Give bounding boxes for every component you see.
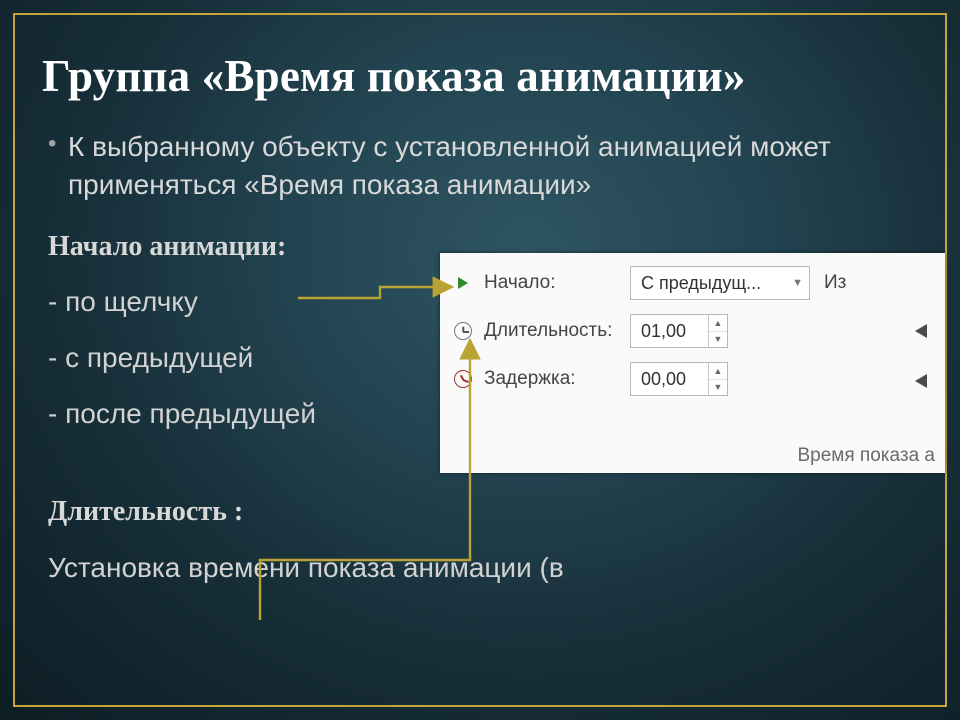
arrow-left-icon [909, 315, 941, 347]
spin-buttons[interactable]: ▲ ▼ [708, 363, 727, 395]
duration-heading: Длительность : [48, 493, 912, 531]
caret-down-icon: ▼ [792, 277, 803, 289]
spin-down-icon[interactable]: ▼ [709, 331, 727, 348]
clock-red-icon [454, 370, 472, 388]
panel-row-delay: Задержка: 00,00 ▲ ▼ [454, 361, 945, 397]
clock-icon [454, 322, 472, 340]
panel-label-duration: Длительность: [484, 320, 630, 342]
spin-up-icon[interactable]: ▲ [709, 315, 727, 331]
panel-label-delay: Задержка: [484, 368, 630, 390]
duration-desc: Установка времени показа анимации (в [48, 549, 912, 587]
panel-row-duration: Длительность: 01,00 ▲ ▼ [454, 313, 945, 349]
panel-row-start: Начало: С предыдущ... ▼ Из [454, 265, 945, 301]
slide-title: Группа «Время показа анимации» [42, 50, 746, 102]
panel-trail-text: Из [824, 272, 846, 294]
bullet-dot-icon: • [48, 128, 68, 204]
play-icon [454, 274, 472, 292]
duration-spinner[interactable]: 01,00 ▲ ▼ [630, 314, 728, 348]
duration-section: Длительность : Установка времени показа … [48, 493, 912, 587]
delay-value: 00,00 [641, 369, 686, 390]
slide: Группа «Время показа анимации» • К выбра… [0, 0, 960, 720]
duration-value: 01,00 [641, 321, 686, 342]
start-dropdown-value: С предыдущ... [641, 273, 761, 294]
delay-spinner[interactable]: 00,00 ▲ ▼ [630, 362, 728, 396]
start-dropdown[interactable]: С предыдущ... ▼ [630, 266, 810, 300]
spin-buttons[interactable]: ▲ ▼ [708, 315, 727, 347]
intro-text: К выбранному объекту с установленной ани… [68, 128, 912, 204]
panel-label-start: Начало: [484, 272, 630, 294]
arrow-left-icon [909, 365, 941, 397]
spin-up-icon[interactable]: ▲ [709, 363, 727, 379]
spin-down-icon[interactable]: ▼ [709, 379, 727, 396]
bullet-intro: • К выбранному объекту с установленной а… [48, 128, 912, 204]
ribbon-panel: Начало: С предыдущ... ▼ Из Длительность:… [440, 253, 945, 473]
panel-caption: Время показа а [798, 445, 936, 467]
